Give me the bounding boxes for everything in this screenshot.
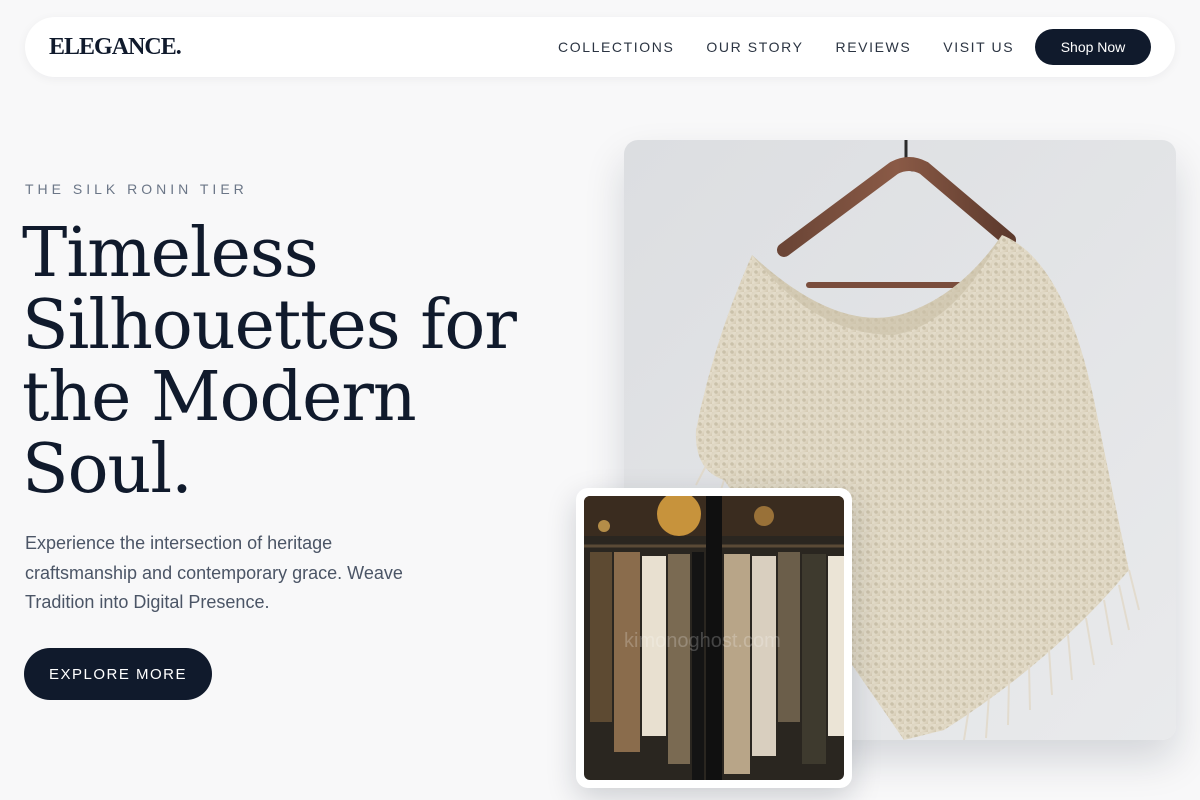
shop-now-button[interactable]: Shop Now [1035, 29, 1151, 65]
main-nav: COLLECTIONS OUR STORY REVIEWS VISIT US [558, 17, 1046, 77]
nav-collections[interactable]: COLLECTIONS [558, 39, 674, 55]
hero-description: Experience the intersection of heritage … [25, 533, 403, 612]
hero-headline: Timeless Silhouettes for the Modern Soul… [22, 218, 562, 506]
headline-line-2: Silhouettes for [22, 286, 517, 365]
nav-reviews[interactable]: REVIEWS [836, 39, 912, 55]
brand-logo[interactable]: ELEGANCE. [49, 34, 182, 61]
explore-more-button[interactable]: EXPLORE MORE [24, 648, 212, 700]
image-watermark: kimonoghost.com [624, 630, 781, 652]
hero-eyebrow: THE SILK RONIN TIER [25, 181, 248, 197]
nav-visit-us[interactable]: VISIT US [943, 39, 1014, 55]
navbar: ELEGANCE. COLLECTIONS OUR STORY REVIEWS … [25, 17, 1175, 77]
headline-line-4: Soul. [22, 430, 193, 509]
inset-image-card: kimonoghost.com [576, 488, 852, 788]
headline-line-3: the Modern [22, 358, 417, 437]
clothing-rack-image: kimonoghost.com [584, 496, 844, 780]
nav-our-story[interactable]: OUR STORY [706, 39, 803, 55]
headline-line-1: Timeless [22, 214, 319, 293]
